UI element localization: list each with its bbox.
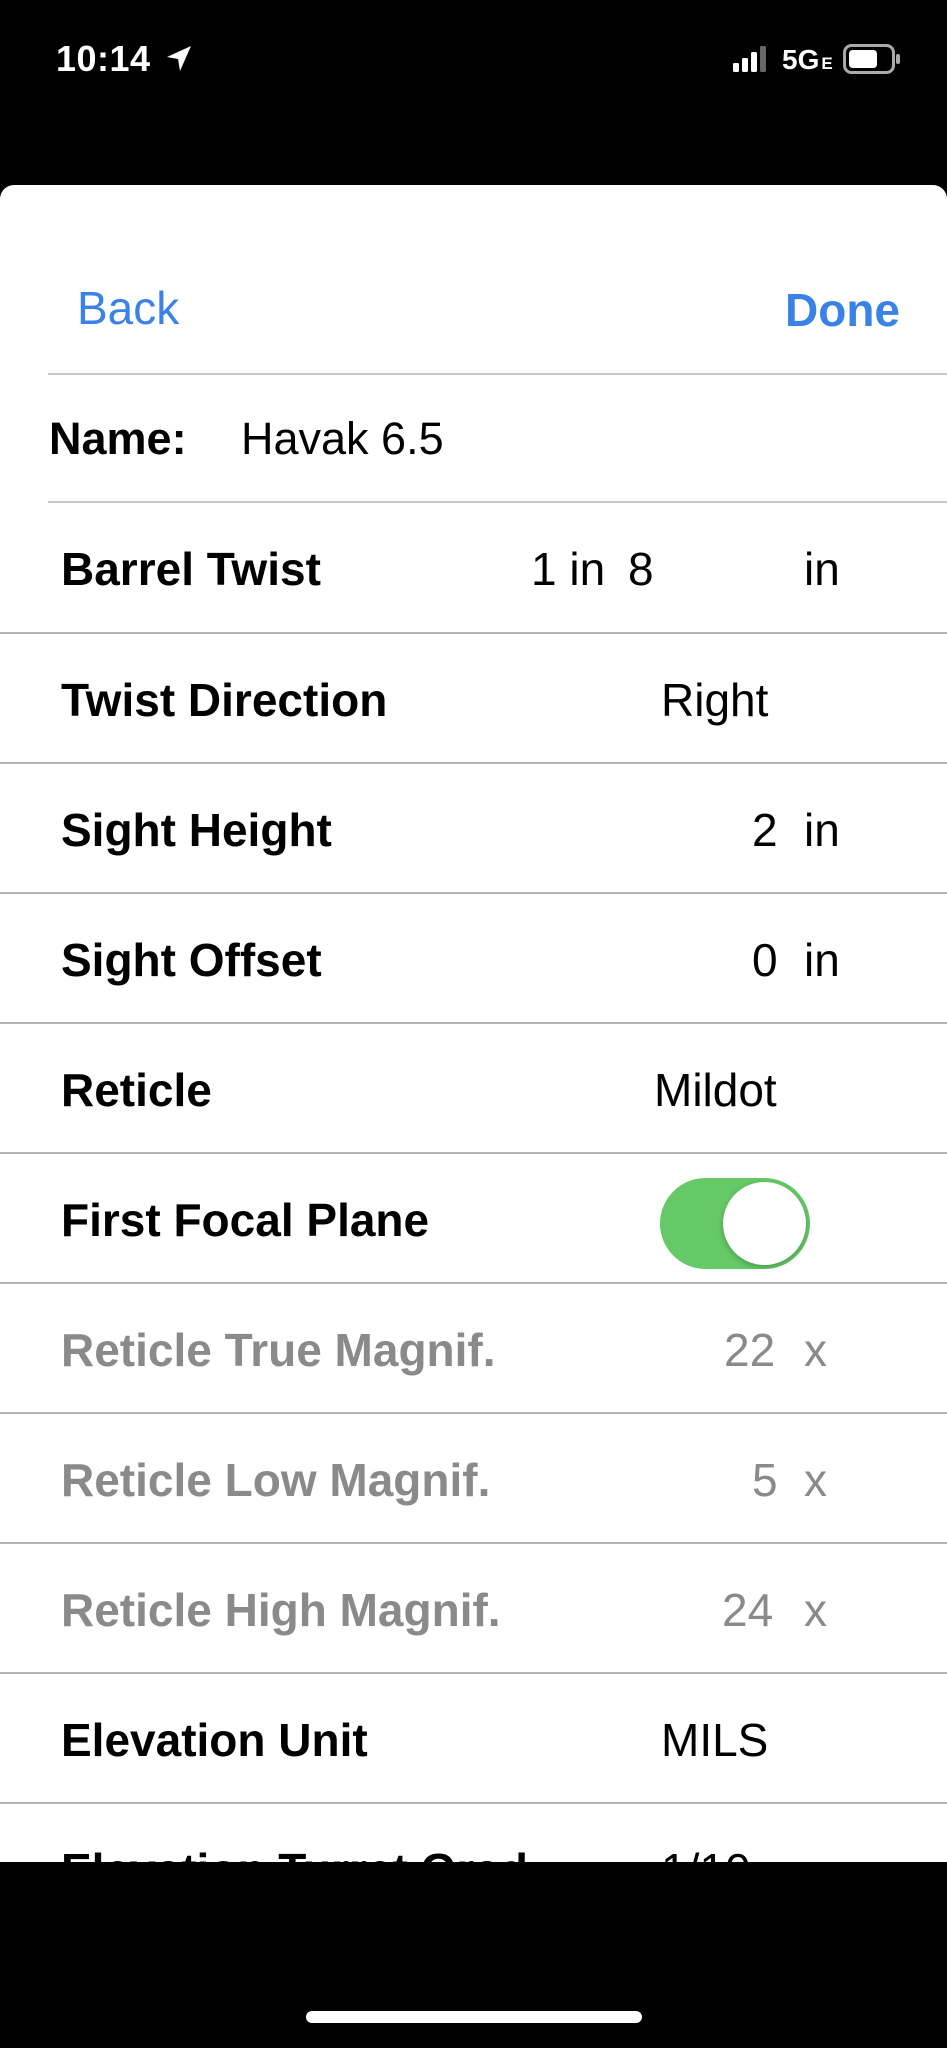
first-focal-plane-label: First Focal Plane (61, 1194, 430, 1246)
back-button[interactable]: Back (77, 281, 179, 335)
elevation-unit-row[interactable]: Elevation Unit MILS (0, 1673, 947, 1803)
battery-icon (843, 44, 900, 74)
sight-offset-unit: in (804, 934, 840, 986)
sight-height-unit: in (804, 804, 840, 856)
sight-height-row[interactable]: Sight Height 2 in (0, 763, 947, 893)
divider (48, 373, 947, 375)
elevation-unit-label: Elevation Unit (61, 1714, 368, 1766)
reticle-high-magnif-value: 24 (722, 1584, 774, 1636)
elevation-turret-grad-row[interactable]: Elevation Turret Grad 1/10 (0, 1803, 947, 1862)
reticle-low-magnif-label: Reticle Low Magnif. (61, 1454, 491, 1506)
reticle-true-magnif-row: Reticle True Magnif. 22 x (0, 1283, 947, 1413)
sight-offset-row[interactable]: Sight Offset 0 in (0, 893, 947, 1023)
twist-direction-value[interactable]: Right (661, 673, 768, 727)
barrel-twist-prefix: 1 in (531, 543, 606, 595)
reticle-true-magnif-label: Reticle True Magnif. (61, 1324, 496, 1376)
reticle-low-magnif-row: Reticle Low Magnif. 5 x (0, 1413, 947, 1543)
barrel-twist-value[interactable]: 8 (628, 542, 654, 596)
location-arrow-icon (167, 46, 191, 71)
sight-height-label: Sight Height (61, 804, 332, 856)
barrel-twist-unit: in (804, 543, 840, 595)
reticle-high-magnif-row: Reticle High Magnif. 24 x (0, 1543, 947, 1673)
name-label: Name: (49, 413, 187, 464)
reticle-value[interactable]: Mildot (654, 1063, 777, 1117)
barrel-twist-row[interactable]: Barrel Twist 1 in 8 in (0, 502, 947, 632)
elevation-turret-grad-label: Elevation Turret Grad (61, 1843, 528, 1862)
barrel-twist-label: Barrel Twist (61, 543, 321, 595)
signal-icon (733, 46, 766, 72)
home-indicator[interactable] (306, 2011, 642, 2023)
reticle-true-magnif-unit: x (804, 1324, 827, 1376)
network-suffix: E (821, 54, 833, 73)
name-field[interactable]: Havak 6.5 (241, 413, 444, 465)
sight-height-value[interactable]: 2 (752, 803, 778, 857)
toggle-knob (723, 1182, 806, 1265)
reticle-high-magnif-label: Reticle High Magnif. (61, 1584, 501, 1636)
twist-direction-label: Twist Direction (61, 674, 388, 726)
sight-offset-value[interactable]: 0 (752, 933, 778, 987)
done-button[interactable]: Done (785, 283, 900, 337)
sight-offset-label: Sight Offset (61, 934, 322, 986)
reticle-label: Reticle (61, 1064, 212, 1116)
elevation-unit-value[interactable]: MILS (661, 1713, 768, 1767)
reticle-row[interactable]: Reticle Mildot (0, 1023, 947, 1153)
scope-settings-sheet: Back Done Name: Havak 6.5 Barrel Twist 1… (0, 185, 947, 1862)
network-indicator: 5G E (782, 44, 833, 76)
twist-direction-row[interactable]: Twist Direction Right (0, 633, 947, 763)
elevation-turret-grad-value[interactable]: 1/10 (661, 1843, 751, 1862)
reticle-low-magnif-value: 5 (752, 1454, 778, 1506)
first-focal-plane-toggle[interactable] (660, 1178, 810, 1269)
reticle-high-magnif-unit: x (804, 1584, 827, 1636)
reticle-true-magnif-value: 22 (724, 1324, 776, 1376)
network-type: 5G (782, 44, 820, 75)
reticle-low-magnif-unit: x (804, 1454, 827, 1506)
first-focal-plane-row: First Focal Plane (0, 1153, 947, 1283)
status-time: 10:14 (56, 38, 151, 79)
